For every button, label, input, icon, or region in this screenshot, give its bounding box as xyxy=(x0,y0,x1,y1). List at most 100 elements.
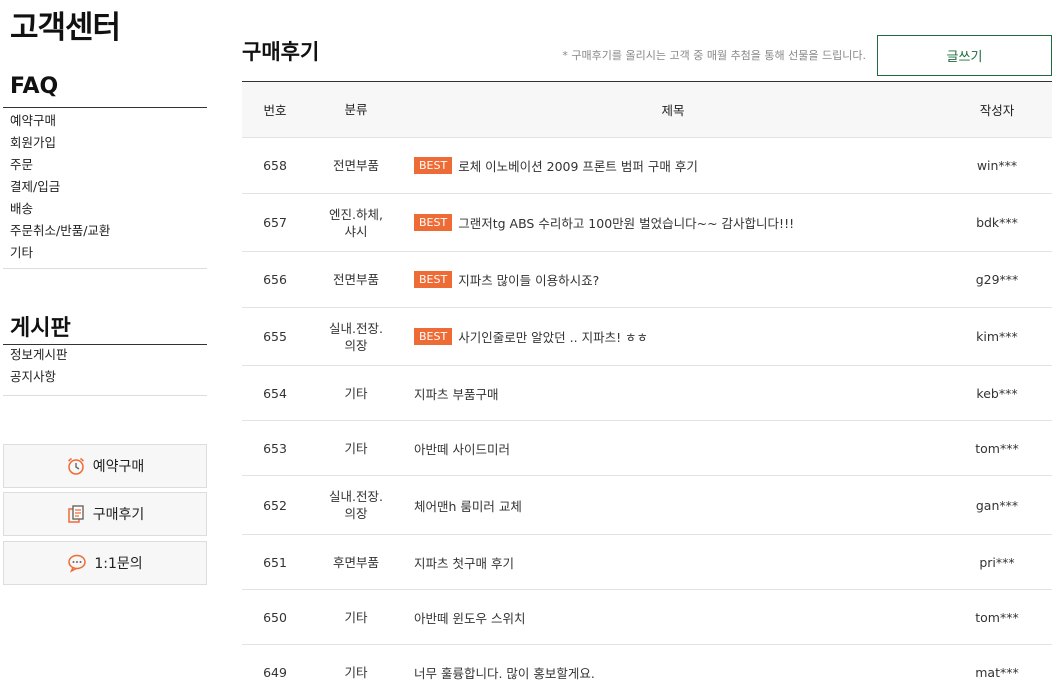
row-title-cell: 아반떼 윈도우 스위치 xyxy=(404,590,942,645)
write-button[interactable]: 글쓰기 xyxy=(877,35,1052,76)
row-number: 651 xyxy=(263,554,287,570)
row-title-cell: 너무 훌륭합니다. 많이 홍보할게요. xyxy=(404,645,942,692)
row-title-link[interactable]: 너무 훌륭합니다. 많이 홍보할게요. xyxy=(414,666,595,681)
row-number: 654 xyxy=(263,385,287,401)
row-title-link[interactable]: 사기인줄로만 알았던 .. 지파츠! ㅎㅎ xyxy=(458,330,648,345)
row-title-cell: BEST 그랜저tg ABS 수리하고 100만원 벌었습니다~~ 감사합니다!!… xyxy=(404,194,942,252)
row-category-line: 기타 xyxy=(344,609,368,625)
table-row[interactable]: 654 기타 지파츠 부품구매 keb*** xyxy=(242,366,1052,421)
column-header-title: 제목 xyxy=(661,103,685,118)
row-title-link[interactable]: 아반떼 사이드미러 xyxy=(414,442,510,457)
row-category-line: 실내.전장. xyxy=(329,489,383,504)
board-list: 정보게시판 공지사항 xyxy=(10,344,68,388)
row-number: 656 xyxy=(263,272,287,287)
document-icon xyxy=(67,505,84,523)
row-title-cell: 체어맨h 룸미러 교체 xyxy=(404,476,942,535)
row-number: 650 xyxy=(263,609,287,625)
faq-item[interactable]: 주문취소/반품/교환 xyxy=(10,220,110,242)
table-row[interactable]: 649 기타 너무 훌륭합니다. 많이 홍보할게요. mat*** xyxy=(242,645,1052,692)
board-title: 게시판 xyxy=(10,316,71,341)
row-title-link[interactable]: 로체 이노베이션 2009 프론트 범퍼 구매 후기 xyxy=(458,159,698,174)
faq-item[interactable]: 회원가입 xyxy=(10,132,110,154)
row-category: 실내.전장. 의장 xyxy=(308,476,404,535)
table-row[interactable]: 657 엔진.하체, 샤시 BEST 그랜저tg ABS 수리하고 100만원 벌었습니… xyxy=(242,194,1052,252)
row-category-line: 엔진.하체, xyxy=(329,206,383,222)
best-badge: BEST xyxy=(414,214,453,231)
row-category: 기타 xyxy=(308,366,404,421)
best-badge: BEST xyxy=(414,328,453,345)
row-category-line: 실내.전장. xyxy=(329,320,383,336)
faq-divider xyxy=(3,107,207,108)
faq-item[interactable]: 결제/입금 xyxy=(10,176,110,198)
table-row[interactable]: 650 기타 아반떼 윈도우 스위치 tom*** xyxy=(242,590,1052,645)
quick-inquiry-label: 1:1문의 xyxy=(94,556,143,572)
row-author: mat*** xyxy=(975,664,1019,680)
row-author: keb*** xyxy=(976,385,1018,401)
row-title-link[interactable]: 지파츠 많이들 이용하시죠? xyxy=(458,273,599,288)
faq-title: FAQ xyxy=(10,74,59,99)
row-number: 653 xyxy=(263,440,287,456)
row-title-cell: BEST 로체 이노베이션 2009 프론트 범퍼 구매 후기 xyxy=(404,138,942,194)
table-row[interactable]: 655 실내.전장. 의장 BEST 사기인줄로만 알았던 .. 지파츠! ㅎㅎ kim*… xyxy=(242,308,1052,366)
row-title-cell: BEST 지파츠 많이들 이용하시죠? xyxy=(404,252,942,308)
row-title-link[interactable]: 아반떼 윈도우 스위치 xyxy=(414,611,525,626)
row-title-cell: 지파츠 부품구매 xyxy=(404,366,942,421)
row-title-link[interactable]: 그랜저tg ABS 수리하고 100만원 벌었습니다~~ 감사합니다!!! xyxy=(458,216,794,231)
page-title: 구매후기 xyxy=(242,40,320,64)
row-category: 전면부품 xyxy=(308,252,404,308)
quick-review-label: 구매후기 xyxy=(92,507,145,523)
quick-inquiry-button[interactable]: 1:1문의 xyxy=(3,541,207,585)
row-category-line: 기타 xyxy=(344,385,368,401)
row-author: gan*** xyxy=(975,497,1019,513)
board-item[interactable]: 공지사항 xyxy=(10,366,68,388)
faq-item[interactable]: 예약구매 xyxy=(10,110,110,132)
quick-review-button[interactable]: 구매후기 xyxy=(3,492,207,536)
row-author: pri*** xyxy=(979,554,1015,570)
row-author: kim*** xyxy=(976,329,1018,344)
row-title-link[interactable]: 지파츠 첫구매 후기 xyxy=(414,556,514,571)
table-header-row: 번호 분류 제목 작성자 xyxy=(242,81,1052,138)
row-title-cell: 지파츠 첫구매 후기 xyxy=(404,535,942,590)
quick-reservation-button[interactable]: 예약구매 xyxy=(3,444,207,488)
row-category: 기타 xyxy=(308,590,404,645)
column-header-no: 번호 xyxy=(263,103,287,118)
faq-item[interactable]: 기타 xyxy=(10,242,110,264)
row-category-line: 전면부품 xyxy=(332,272,379,287)
row-title-link[interactable]: 체어맨h 룸미러 교체 xyxy=(414,499,522,514)
row-title-link[interactable]: 지파츠 부품구매 xyxy=(414,387,498,402)
row-category-line: 샤시 xyxy=(344,223,368,239)
alarm-clock-icon xyxy=(67,457,84,475)
faq-item[interactable]: 주문 xyxy=(10,154,110,176)
row-author: tom*** xyxy=(975,440,1019,456)
column-header-author: 작성자 xyxy=(979,103,1015,118)
table-row[interactable]: 652 실내.전장. 의장 체어맨h 룸미러 교체 gan*** xyxy=(242,476,1052,535)
faq-bottom-divider xyxy=(3,268,207,269)
row-category-line: 기타 xyxy=(344,664,368,680)
row-title-cell: BEST 사기인줄로만 알았던 .. 지파츠! ㅎㅎ xyxy=(404,308,942,366)
review-notice: * 구매후기를 올리시는 고객 중 매월 추첨을 통해 선물을 드립니다. xyxy=(562,49,866,62)
row-author: tom*** xyxy=(975,609,1019,625)
row-category: 후면부품 xyxy=(308,535,404,590)
table-row[interactable]: 656 전면부품 BEST 지파츠 많이들 이용하시죠? g29*** xyxy=(242,252,1052,308)
row-category-line: 의장 xyxy=(344,337,368,353)
table-row[interactable]: 658 전면부품 BEST 로체 이노베이션 2009 프론트 범퍼 구매 후기 win… xyxy=(242,138,1052,194)
row-number: 655 xyxy=(263,329,287,344)
row-author: bdk*** xyxy=(976,215,1018,230)
row-category: 실내.전장. 의장 xyxy=(308,308,404,366)
chat-bubble-icon xyxy=(68,554,87,573)
table-row[interactable]: 651 후면부품 지파츠 첫구매 후기 pri*** xyxy=(242,535,1052,590)
row-number: 657 xyxy=(263,215,287,230)
row-category: 엔진.하체, 샤시 xyxy=(308,194,404,252)
row-category: 기타 xyxy=(308,645,404,692)
row-category-line: 의장 xyxy=(344,506,368,521)
row-category: 전면부품 xyxy=(308,138,404,194)
row-title-cell: 아반떼 사이드미러 xyxy=(404,421,942,476)
row-author: g29*** xyxy=(975,272,1019,287)
table-row[interactable]: 653 기타 아반떼 사이드미러 tom*** xyxy=(242,421,1052,476)
faq-item[interactable]: 배송 xyxy=(10,198,110,220)
table-body: 658 전면부품 BEST 로체 이노베이션 2009 프론트 범퍼 구매 후기 win… xyxy=(242,138,1052,692)
best-badge: BEST xyxy=(414,271,453,288)
quick-reservation-label: 예약구매 xyxy=(92,459,145,475)
board-item[interactable]: 정보게시판 xyxy=(10,344,68,366)
best-badge: BEST xyxy=(414,157,453,174)
